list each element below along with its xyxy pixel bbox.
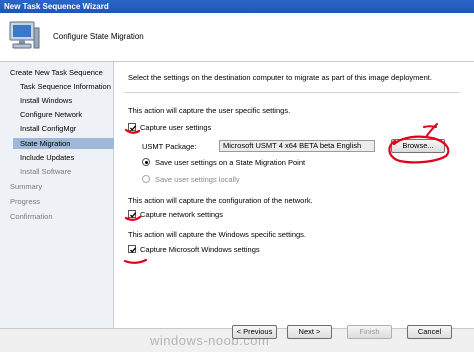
usmt-package-label: USMT Package: (142, 142, 197, 151)
save-locally-label[interactable]: Save user settings locally (155, 175, 240, 184)
nav-item-install-windows[interactable]: Install Windows (20, 96, 72, 105)
computer-icon (9, 21, 40, 49)
capture-windows-settings-checkbox[interactable] (128, 245, 137, 253)
nav-item-task-sequence-information[interactable]: Task Sequence Information (20, 82, 111, 91)
usmt-package-field[interactable]: Microsoft USMT 4 x64 BETA beta English (219, 140, 375, 152)
finish-button[interactable]: Finish (347, 325, 392, 339)
nav-item-configure-network[interactable]: Configure Network (20, 110, 82, 119)
capture-windows-settings-label[interactable]: Capture Microsoft Windows settings (140, 245, 260, 254)
radio-selected-dot (145, 161, 148, 164)
nav-item-state-migration[interactable]: State Migration (13, 138, 118, 149)
checkmark-icon (130, 125, 137, 131)
nav-item-install-configmgr[interactable]: Install ConfigMgr (20, 124, 76, 133)
nav-item-include-updates[interactable]: Include Updates (20, 153, 74, 162)
windows-settings-description: This action will capture the Windows spe… (128, 230, 306, 239)
page-title: Configure State Migration (53, 32, 144, 41)
save-on-smp-label[interactable]: Save user settings on a State Migration … (155, 158, 305, 167)
capture-user-settings-label[interactable]: Capture user settings (140, 123, 211, 132)
main-panel: Select the settings on the destination c… (114, 62, 474, 328)
save-locally-radio[interactable] (142, 175, 150, 183)
wizard-nav: Create New Task Sequence Task Sequence I… (0, 62, 118, 328)
cancel-button[interactable]: Cancel (407, 325, 452, 339)
window-title: New Task Sequence Wizard (0, 0, 474, 13)
save-on-smp-radio[interactable] (142, 158, 150, 166)
nav-item-confirmation[interactable]: Confirmation (10, 212, 53, 221)
next-button[interactable]: Next > (287, 325, 332, 339)
nav-item-summary[interactable]: Summary (10, 182, 42, 191)
browse-button[interactable]: Browse... (391, 139, 445, 153)
intro-text: Select the settings on the destination c… (128, 73, 432, 82)
capture-network-settings-checkbox[interactable] (128, 210, 137, 218)
nav-item-progress[interactable]: Progress (10, 197, 40, 206)
capture-network-settings-label[interactable]: Capture network settings (140, 210, 223, 219)
divider (124, 92, 460, 93)
capture-user-settings-checkbox[interactable] (128, 123, 137, 131)
network-settings-description: This action will capture the configurati… (128, 196, 313, 205)
previous-button[interactable]: < Previous (232, 325, 277, 339)
checkmark-icon (130, 212, 137, 218)
user-settings-description: This action will capture the user specif… (128, 106, 291, 115)
nav-item-create-new-task-sequence[interactable]: Create New Task Sequence (10, 68, 103, 77)
wizard-header: Configure State Migration (0, 13, 474, 62)
nav-item-install-software[interactable]: Install Software (20, 167, 71, 176)
checkmark-icon (130, 247, 137, 253)
